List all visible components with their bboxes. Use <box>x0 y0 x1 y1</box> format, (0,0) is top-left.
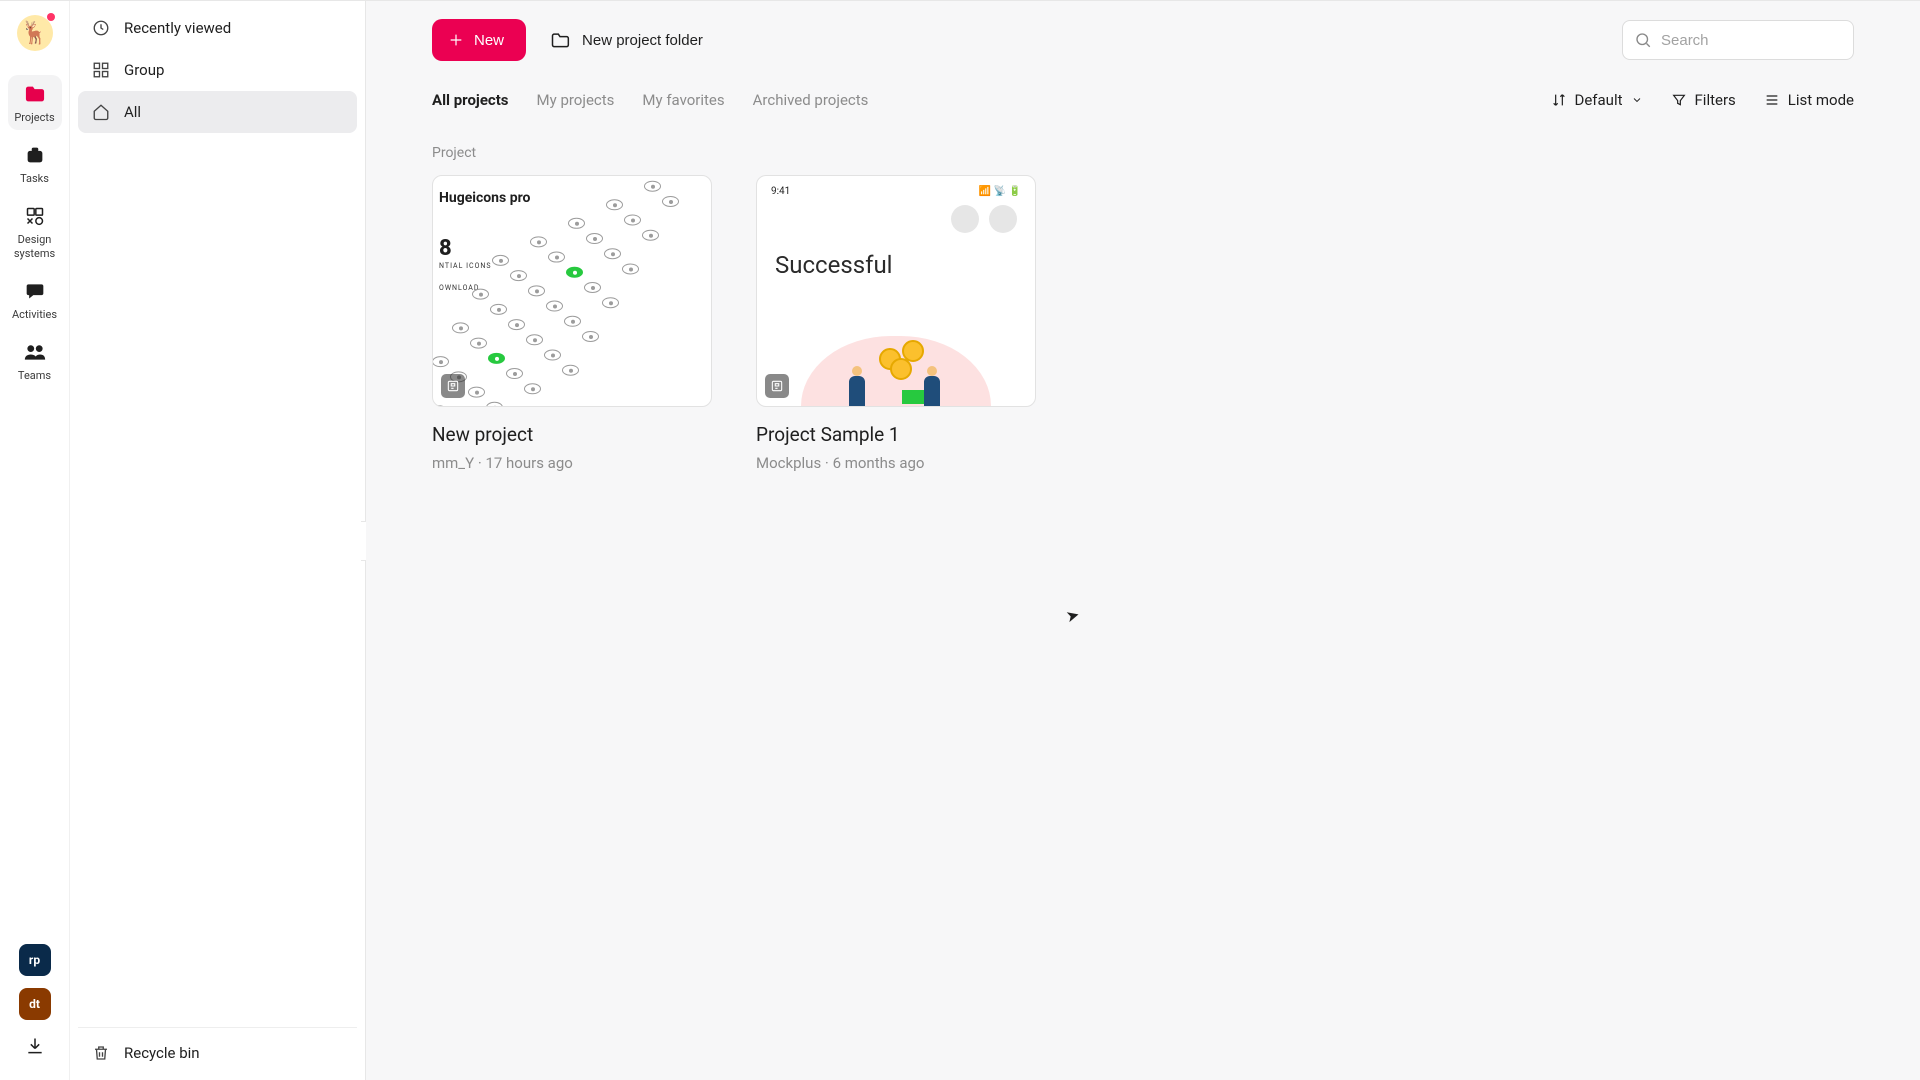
tool-rp[interactable]: rp <box>19 944 51 976</box>
project-time: 6 months ago <box>833 454 925 472</box>
thumb-number: 8 <box>439 236 452 261</box>
project-thumbnail: 9:41 📶 📡 🔋 Successful <box>756 175 1036 407</box>
project-type-badge <box>441 374 465 398</box>
thumb-heading: Successful <box>757 237 1035 279</box>
project-title: New project <box>432 407 712 454</box>
people-icon <box>24 341 46 363</box>
project-author: Mockplus <box>756 454 821 472</box>
prototype-icon <box>446 379 460 393</box>
filters-label: Filters <box>1695 91 1736 109</box>
sort-dropdown[interactable]: Default <box>1551 91 1643 109</box>
new-folder-label: New project folder <box>582 32 703 49</box>
download-button[interactable] <box>25 1036 45 1060</box>
thumb-caption: Hugeicons pro <box>439 190 530 206</box>
view-controls: Default Filters List mode <box>1551 91 1855 109</box>
chat-icon <box>24 280 46 302</box>
thumb-clock: 9:41 <box>771 186 790 197</box>
workspace-avatar[interactable]: 🦌 <box>17 15 53 51</box>
project-meta: Mockplus · 6 months ago <box>756 454 1036 472</box>
tab-all-projects[interactable]: All projects <box>432 91 509 109</box>
rail-item-activities[interactable]: Activities <box>8 272 62 327</box>
new-button[interactable]: New <box>432 19 526 61</box>
sidebar: Recently viewed Group All Recycle bin ‹ <box>70 1 366 1080</box>
rail-label: Projects <box>14 111 54 124</box>
search-input[interactable] <box>1622 20 1854 60</box>
rail-item-tasks[interactable]: Tasks <box>8 136 62 191</box>
search-wrap <box>1622 20 1854 60</box>
filter-icon <box>1671 92 1687 108</box>
project-title: Project Sample 1 <box>756 407 1036 454</box>
new-folder-button[interactable]: New project folder <box>550 31 703 49</box>
status-icons: 📶 📡 🔋 <box>979 186 1021 197</box>
sidebar-label: Group <box>124 61 164 79</box>
grid-icon <box>92 61 110 79</box>
clock-icon <box>92 19 110 37</box>
folder-outline-icon <box>550 31 570 49</box>
new-button-label: New <box>474 32 504 49</box>
tabs: All projects My projects My favorites Ar… <box>432 79 1854 117</box>
rail-item-projects[interactable]: Projects <box>8 75 62 130</box>
chevron-down-icon <box>1631 94 1643 106</box>
folder-icon <box>24 83 46 105</box>
search-icon <box>1634 31 1652 49</box>
sidebar-label: Recently viewed <box>124 19 231 37</box>
project-grid: Hugeicons pro 8 NTIAL ICONS OWNLOAD <box>432 175 1854 472</box>
filters-button[interactable]: Filters <box>1671 91 1736 109</box>
project-author: mm_Y <box>432 454 474 472</box>
project-meta: mm_Y · 17 hours ago <box>432 454 712 472</box>
project-card[interactable]: Hugeicons pro 8 NTIAL ICONS OWNLOAD <box>432 175 712 472</box>
toolbar: New New project folder <box>432 13 1854 79</box>
design-systems-icon <box>24 205 46 227</box>
sidebar-label: All <box>124 103 141 121</box>
rail-label: Teams <box>18 369 51 382</box>
thumb-sub: NTIAL ICONS <box>439 262 492 270</box>
tab-my-projects[interactable]: My projects <box>537 91 615 109</box>
section-label: Project <box>432 117 1854 175</box>
app-root: 🦌 Projects Tasks Design systems Activiti… <box>0 0 1920 1080</box>
rail-item-teams[interactable]: Teams <box>8 333 62 388</box>
tasks-icon <box>24 144 46 166</box>
sort-label: Default <box>1575 91 1623 109</box>
project-type-badge <box>765 374 789 398</box>
tab-favorites[interactable]: My favorites <box>642 91 724 109</box>
project-time: 17 hours ago <box>485 454 572 472</box>
nav-rail: 🦌 Projects Tasks Design systems Activiti… <box>0 1 70 1080</box>
home-icon <box>92 103 110 121</box>
tab-archived[interactable]: Archived projects <box>753 91 869 109</box>
sidebar-item-recycle[interactable]: Recycle bin <box>78 1032 357 1074</box>
rail-label: Design systems <box>8 233 62 259</box>
list-icon <box>1764 92 1780 108</box>
project-card[interactable]: 9:41 📶 📡 🔋 Successful <box>756 175 1036 472</box>
sidebar-label: Recycle bin <box>124 1044 200 1062</box>
mouse-cursor-icon: ➤ <box>1064 605 1082 627</box>
sort-icon <box>1551 92 1567 108</box>
download-icon <box>25 1036 45 1056</box>
rail-item-design-systems[interactable]: Design systems <box>8 197 62 265</box>
trash-icon <box>92 1044 110 1062</box>
tool-dt[interactable]: dt <box>19 988 51 1020</box>
view-mode-button[interactable]: List mode <box>1764 91 1854 109</box>
prototype-icon <box>770 379 784 393</box>
view-mode-label: List mode <box>1788 91 1854 109</box>
project-thumbnail: Hugeicons pro 8 NTIAL ICONS OWNLOAD <box>432 175 712 407</box>
rail-label: Tasks <box>20 172 49 185</box>
sidebar-item-all[interactable]: All <box>78 91 357 133</box>
sidebar-item-group[interactable]: Group <box>78 49 357 91</box>
plus-icon <box>448 32 464 48</box>
sidebar-item-recent[interactable]: Recently viewed <box>78 7 357 49</box>
main-panel: New New project folder All projects My p… <box>366 1 1920 1080</box>
rail-label: Activities <box>12 308 57 321</box>
